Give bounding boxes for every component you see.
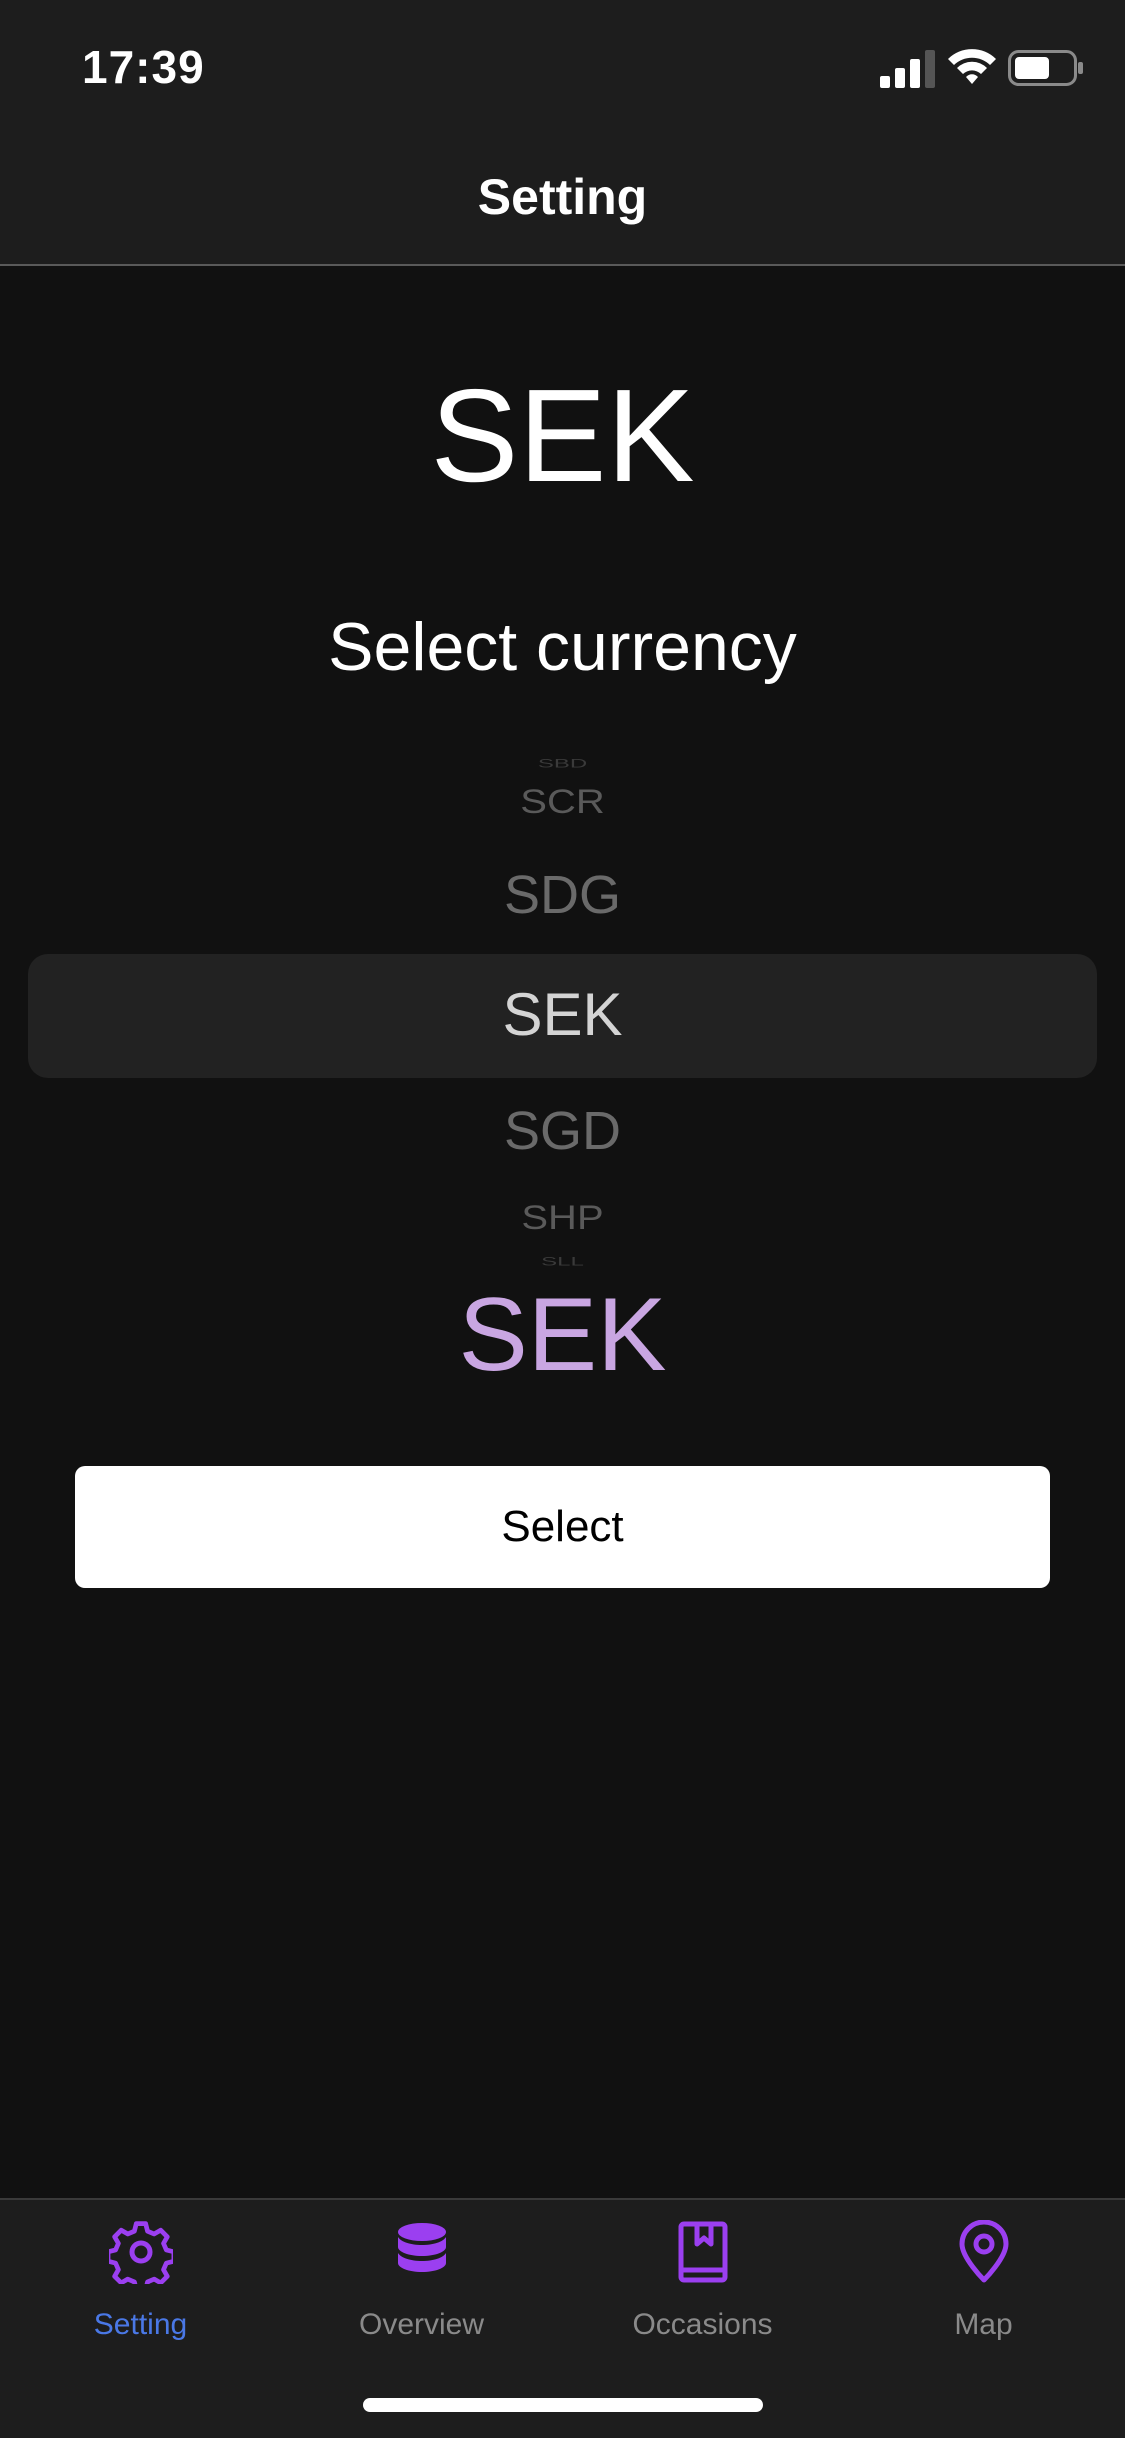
wifi-icon: [948, 49, 996, 84]
tab-overview[interactable]: Overview: [281, 2220, 562, 2370]
picker-item[interactable]: SBD: [0, 757, 1125, 771]
tab-occasions[interactable]: Occasions: [562, 2220, 843, 2370]
battery-icon: [1008, 50, 1083, 86]
home-indicator: [363, 2398, 763, 2412]
tab-label-setting: Setting: [93, 2308, 188, 2341]
picker-item[interactable]: SLL: [0, 1255, 1125, 1269]
status-bar: 17:39: [0, 0, 1125, 138]
status-time: 17:39: [82, 41, 205, 93]
tab-map[interactable]: Map: [843, 2220, 1124, 2370]
select-button[interactable]: Select: [75, 1466, 1050, 1588]
map-pin-icon: [959, 2220, 1008, 2283]
database-icon: [397, 2223, 446, 2272]
picker-item[interactable]: SCR: [0, 783, 1125, 821]
picker-item-selected[interactable]: SEK: [0, 980, 1125, 1049]
navigation-bar: Setting: [0, 138, 1125, 266]
selected-currency-preview: SEK: [458, 1277, 667, 1393]
current-currency-code: SEK: [430, 362, 695, 509]
select-currency-heading: Select currency: [328, 609, 797, 685]
picker-item[interactable]: SDG: [0, 864, 1125, 926]
tab-label-occasions: Occasions: [632, 2308, 773, 2341]
tab-label-map: Map: [954, 2308, 1013, 2341]
bookmark-book-icon: [678, 2221, 727, 2283]
tab-label-overview: Overview: [358, 2308, 485, 2341]
gear-icon: [108, 2221, 173, 2284]
picker-item[interactable]: SGD: [0, 1100, 1125, 1162]
select-button-label: Select: [501, 1502, 624, 1551]
tab-setting[interactable]: Setting: [0, 2220, 281, 2370]
cellular-signal-icon: [880, 50, 935, 88]
picker-item[interactable]: SHP: [0, 1199, 1125, 1237]
currency-picker[interactable]: SBD SCR SDG SEK SGD SHP SLL: [0, 740, 1125, 1280]
page-title: Setting: [477, 169, 648, 225]
